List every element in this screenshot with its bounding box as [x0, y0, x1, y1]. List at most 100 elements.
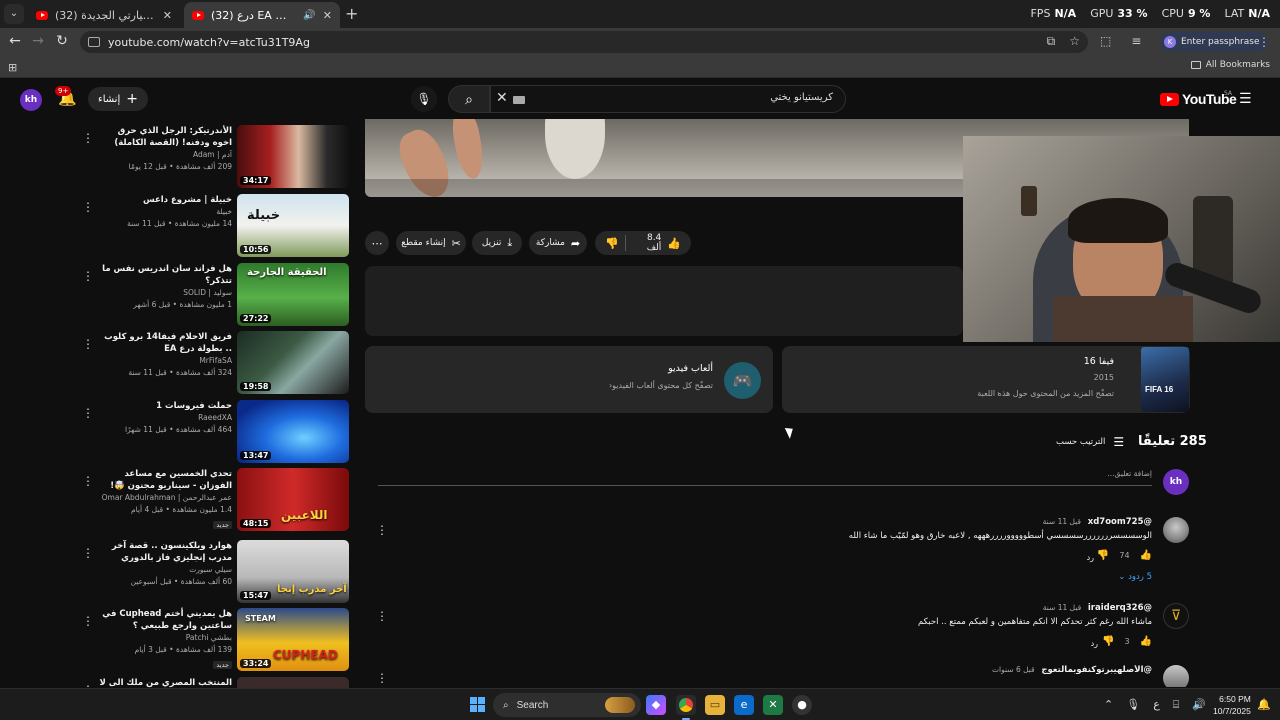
- media-queue-icon[interactable]: ≡: [1131, 34, 1141, 48]
- comment-author[interactable]: @iraiderq326: [1088, 603, 1152, 613]
- comment-more-icon[interactable]: ⋮: [376, 523, 388, 537]
- channel-name[interactable]: سوليد | SOLID: [96, 287, 232, 299]
- channel-name[interactable]: RaeedXA: [96, 412, 232, 424]
- windows-start-icon[interactable]: [470, 697, 485, 712]
- video-title[interactable]: حملت فيروسات 1: [96, 400, 232, 412]
- add-comment-placeholder[interactable]: إضافة تعليق...: [1107, 469, 1152, 478]
- file-explorer-icon[interactable]: ▭: [705, 695, 725, 715]
- recommended-video[interactable]: ⋮ فريق الاحلام فيفا14 برو كلوب .. بطولة …: [0, 331, 352, 395]
- tray-overflow-icon[interactable]: ⌃: [1104, 698, 1113, 712]
- comment-time[interactable]: قبل 6 سنوات: [992, 665, 1035, 674]
- cast-icon[interactable]: ⧉: [1047, 34, 1056, 49]
- comment-time[interactable]: قبل 11 سنة: [1043, 517, 1081, 526]
- search-query[interactable]: كريستيانو يختي: [770, 92, 833, 103]
- close-tab-icon[interactable]: ✕: [323, 9, 332, 22]
- extensions-icon[interactable]: ⬚: [1100, 34, 1111, 48]
- game-card[interactable]: فيفا 16 2015 تصفّح المزيد من المحتوى حول…: [782, 346, 1190, 413]
- video-title[interactable]: هل يمديني أختم Cuphead في ساعتين وارجع ط…: [96, 608, 232, 632]
- microphone-icon[interactable]: 🎙: [1126, 698, 1140, 712]
- reply-button[interactable]: رد: [1091, 639, 1098, 648]
- account-avatar[interactable]: kh: [20, 89, 42, 111]
- comment-author[interactable]: @xd7oom725: [1088, 517, 1152, 527]
- channel-name[interactable]: خبيلة: [96, 206, 232, 218]
- network-icon[interactable]: ⌸: [1173, 698, 1180, 712]
- recommended-video[interactable]: ⋮ المنتخب المصري من ملك الى لا شيء: [0, 677, 352, 688]
- reply-button[interactable]: رد: [1087, 553, 1094, 562]
- video-title[interactable]: خبيلة | مشروع داعس: [96, 194, 232, 206]
- video-title[interactable]: هوارد ويلكينسون .. قصة آخر مدرب إنجليزي …: [96, 540, 232, 564]
- clock[interactable]: 6:50 PM 10/7/2025: [1213, 693, 1251, 717]
- video-thumbnail[interactable]: خبيلة 10:56: [237, 194, 349, 257]
- url-text[interactable]: youtube.com/watch?v=atcTu31T9Ag: [108, 36, 310, 49]
- comment-author[interactable]: @الأصلهيبرتوكنفوبمالتعوج: [1041, 665, 1152, 675]
- passphrase-button[interactable]: K Enter passphrase: [1160, 32, 1268, 52]
- dislike-thumb-icon[interactable]: 👎: [605, 237, 619, 250]
- dislike-thumb-icon[interactable]: 👎: [1102, 636, 1114, 647]
- channel-name[interactable]: MrFifaSA: [96, 355, 232, 367]
- video-thumbnail[interactable]: 13:47: [237, 400, 349, 463]
- like-count[interactable]: 8.4 ألف: [632, 233, 662, 253]
- more-actions-icon[interactable]: ⋮: [82, 474, 94, 488]
- site-info-icon[interactable]: [88, 37, 100, 47]
- more-actions-icon[interactable]: ⋮: [82, 546, 94, 560]
- channel-name[interactable]: عمر عبدالرحمن | Omar Abdulrahman: [96, 492, 232, 504]
- more-actions-button[interactable]: ⋯: [365, 231, 389, 255]
- dislike-thumb-icon[interactable]: 👎: [1097, 550, 1109, 561]
- video-title[interactable]: المنتخب المصري من ملك الى لا شيء: [96, 677, 232, 688]
- more-actions-icon[interactable]: ⋮: [82, 337, 94, 351]
- copilot-icon[interactable]: ◆: [646, 695, 666, 715]
- edge-icon[interactable]: e: [734, 695, 754, 715]
- like-thumb-icon[interactable]: 👍: [1140, 550, 1152, 561]
- game-cover-image[interactable]: FIFA 16: [1141, 347, 1189, 412]
- like-thumb-icon[interactable]: 👍: [1140, 636, 1152, 647]
- video-thumbnail[interactable]: [237, 677, 349, 688]
- more-actions-icon[interactable]: ⋮: [82, 614, 94, 628]
- comment-author-avatar[interactable]: [1163, 665, 1189, 687]
- tab-search-button[interactable]: ⌄: [4, 4, 24, 24]
- view-replies-button[interactable]: 5 ردود ⌄: [1118, 572, 1152, 582]
- tab-active[interactable]: (32) درع EA برو كلوب لا نلاعب ... 🔊 ✕: [184, 2, 340, 28]
- new-tab-button[interactable]: +: [345, 5, 358, 23]
- recommended-video[interactable]: ⋮ هل فراند سان اندريس نفس ما تتذكر؟ سولي…: [0, 263, 352, 327]
- video-thumbnail[interactable]: الحقيقة الجارحة 27:22: [237, 263, 349, 326]
- browser-menu-icon[interactable]: ⋮: [1258, 35, 1270, 49]
- video-title[interactable]: الأندرتيكر: الرجل الذي حرق اخوه ودفنه! (…: [96, 125, 232, 149]
- video-thumbnail[interactable]: STEAM CUPHEAD 33:24: [237, 608, 349, 671]
- comment-author-avatar[interactable]: [1163, 517, 1189, 543]
- recommended-video[interactable]: ⋮ هل يمديني أختم Cuphead في ساعتين وارجع…: [0, 608, 352, 672]
- input-language[interactable]: ع: [1153, 698, 1160, 712]
- comment-more-icon[interactable]: ⋮: [376, 609, 388, 623]
- reload-icon[interactable]: ↻: [53, 33, 71, 49]
- search-input[interactable]: ✕ كريستيانو يختي: [490, 85, 846, 113]
- keyboard-icon[interactable]: [513, 96, 525, 104]
- video-thumbnail[interactable]: 19:58: [237, 331, 349, 394]
- download-button[interactable]: ⤓ تنزيل: [472, 231, 522, 255]
- bookmark-star-icon[interactable]: ☆: [1069, 34, 1080, 49]
- more-actions-icon[interactable]: ⋮: [82, 406, 94, 420]
- create-button[interactable]: إنشاء +: [88, 87, 148, 111]
- recommended-video[interactable]: ⋮ حملت فيروسات 1 RaeedXA 464 ألف مشاهدة …: [0, 400, 352, 464]
- recommended-video[interactable]: ⋮ هوارد ويلكينسون .. قصة آخر مدرب إنجليز…: [0, 540, 352, 604]
- add-comment-input[interactable]: إضافة تعليق...: [378, 466, 1152, 486]
- audio-playing-icon[interactable]: 🔊: [303, 10, 315, 21]
- description-box[interactable]: [365, 266, 963, 336]
- voice-search-mic-icon[interactable]: 🎙: [411, 86, 437, 112]
- recommended-video[interactable]: ⋮ خبيلة | مشروع داعس خبيلة 14 مليون مشاه…: [0, 194, 352, 258]
- taskbar-search[interactable]: ⌕ Search: [493, 693, 641, 717]
- recommended-video[interactable]: ⋮ تحدي الخمسين مع مساعد الفوزان - سيناري…: [0, 468, 352, 532]
- notification-center-icon[interactable]: 🔔: [1257, 698, 1271, 711]
- video-thumbnail[interactable]: آخر مدرب إنجا 15:47: [237, 540, 349, 603]
- gaming-category-card[interactable]: ألعاب فيديو تصفّح كل محتوى ألعاب الفيديو…: [365, 346, 773, 413]
- search-button[interactable]: ⌕: [448, 85, 490, 113]
- video-title[interactable]: تحدي الخمسين مع مساعد الفوزان - سيناريو …: [96, 468, 232, 492]
- tab-inactive[interactable]: (32) رحلة الباحة بسيارتي الجديدة ✕: [28, 2, 180, 28]
- sort-comments-button[interactable]: الترتيب حسب ☰: [1056, 435, 1124, 449]
- apps-grid-icon[interactable]: ⊞: [8, 61, 17, 74]
- more-actions-icon[interactable]: ⋮: [82, 269, 94, 283]
- video-thumbnail[interactable]: اللاعبين 48:15: [237, 468, 349, 531]
- recommended-video[interactable]: ⋮ الأندرتيكر: الرجل الذي حرق اخوه ودفنه!…: [0, 125, 352, 189]
- excel-icon[interactable]: ✕: [763, 695, 783, 715]
- video-thumbnail[interactable]: 34:17: [237, 125, 349, 188]
- channel-name[interactable]: سيلي سبورت: [96, 564, 232, 576]
- like-thumb-icon[interactable]: 👍: [667, 237, 681, 250]
